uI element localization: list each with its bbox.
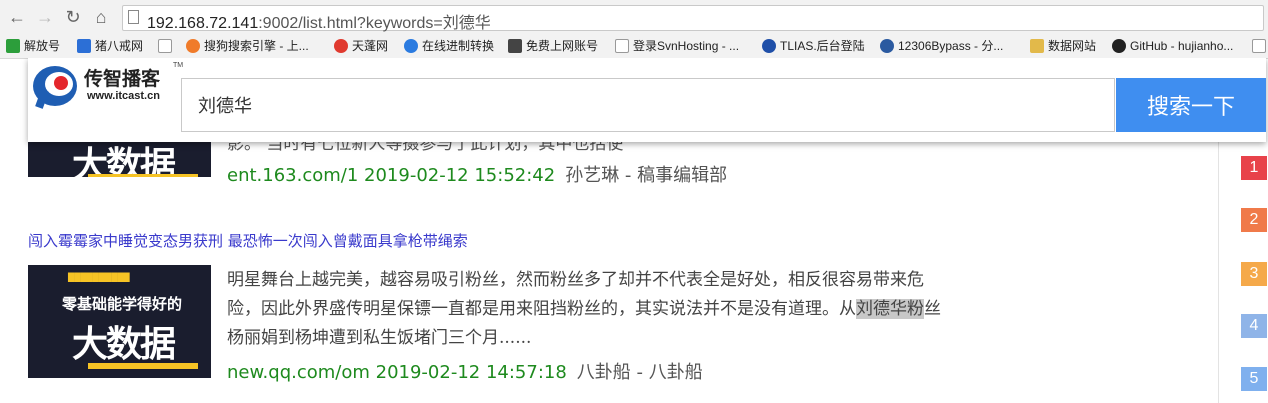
result-author: 孙艺琳 - 稿事编辑部	[565, 165, 728, 186]
result-thumbnail[interactable]: ██████████ 零基础能学得好的 大数据	[28, 265, 211, 378]
bookmark-icon	[77, 39, 91, 53]
result-title-link[interactable]: 闯入霉霉家中睡觉变态男获刑 最恐怖一次闯入曾戴面具拿枪带绳索	[28, 230, 468, 251]
bookmark-icon	[334, 39, 348, 53]
bookmark-item[interactable]: 搜狗搜索引擎 - 上...	[186, 37, 309, 55]
thumbnail-bar	[88, 363, 198, 369]
forward-icon[interactable]: →	[34, 6, 56, 28]
folder-icon	[1030, 39, 1044, 53]
bookmark-icon	[6, 39, 20, 53]
page-icon	[615, 39, 629, 53]
bookmarks-bar: 解放号 猪八戒网 搜狗搜索引擎 - 上... 天蓬网 在线进制转换 免费上网账号…	[0, 34, 1268, 59]
bookmark-item[interactable]: GitHub - hujianho...	[1112, 37, 1233, 55]
back-icon[interactable]: ←	[6, 6, 28, 28]
result-author: 八卦船 - 八卦船	[576, 362, 703, 383]
logo-tm: TM	[173, 62, 184, 69]
bookmark-item[interactable]: 免费上网账号	[508, 37, 598, 55]
rank-badge[interactable]: 5	[1241, 367, 1267, 391]
thumbnail-caption: ██████████	[68, 273, 130, 282]
page-icon	[158, 39, 172, 53]
thumbnail-text: 大数据	[72, 324, 176, 365]
result-source: ent.163.com/1 2019-02-12 15:52:42	[227, 165, 556, 186]
home-icon[interactable]: ⌂	[90, 6, 112, 28]
bookmark-icon	[508, 39, 522, 53]
site-header: 传智播客 TM www.itcast.cn 搜索一下	[28, 58, 1266, 142]
browser-toolbar: ← → ↻ ⌂ 192.168.72.141:9002/list.html?ke…	[0, 0, 1268, 34]
itcast-logo[interactable]: 传智播客 TM www.itcast.cn	[28, 60, 188, 112]
thumbnail-subtitle: 零基础能学得好的	[62, 295, 183, 313]
url-text: 192.168.72.141:9002/list.html?keywords=刘…	[147, 15, 491, 32]
bookmark-icon	[762, 39, 776, 53]
bookmark-item[interactable]: 天蓬网	[334, 37, 388, 55]
cloud-icon	[880, 39, 894, 53]
result-meta: ent.163.com/1 2019-02-12 15:52:42 孙艺琳 - 稿…	[227, 161, 727, 187]
bookmark-item[interactable]: 登录SvnHosting - ...	[615, 37, 739, 55]
thumbnail-bar	[88, 174, 198, 177]
logo-url: www.itcast.cn	[87, 90, 160, 102]
bookmark-item[interactable]: 解放号	[6, 37, 60, 55]
page-icon	[128, 10, 139, 24]
bookmark-item[interactable]: TLIAS.后台登陆	[762, 37, 865, 55]
address-bar[interactable]: 192.168.72.141:9002/list.html?keywords=刘…	[122, 5, 1264, 32]
sogou-icon	[186, 39, 200, 53]
result-source: new.qq.com/om 2019-02-12 14:57:18	[227, 362, 567, 383]
rank-badge[interactable]: 4	[1241, 314, 1267, 338]
bookmark-folder[interactable]: 数据网站	[1030, 37, 1096, 55]
result-meta: new.qq.com/om 2019-02-12 14:57:18 八卦船 - 八…	[227, 358, 703, 384]
rank-badge[interactable]: 1	[1241, 156, 1267, 180]
search-input[interactable]	[181, 78, 1115, 132]
bookmark-item[interactable]	[158, 37, 176, 55]
bookmark-item[interactable]: 在线进制转换	[404, 37, 494, 55]
bookmark-item[interactable]: 猪八戒网	[77, 37, 143, 55]
sidebar-divider	[1218, 116, 1219, 403]
github-icon	[1112, 39, 1126, 53]
rank-badge[interactable]: 3	[1241, 262, 1267, 286]
search-button[interactable]: 搜索一下	[1116, 78, 1266, 132]
logo-name: 传智播客	[84, 68, 161, 90]
rank-badge[interactable]: 2	[1241, 208, 1267, 232]
keyword-highlight: 刘德华粉	[856, 299, 924, 319]
page-content: 大数据 影。 当时有七位新人等摄参与了此计划，其中也括使 ent.163.com…	[0, 58, 1268, 403]
reload-icon[interactable]: ↻	[62, 6, 84, 28]
page-icon	[1252, 39, 1266, 53]
bookmarks-overflow-icon[interactable]	[1252, 37, 1268, 55]
result-snippet: 明星舞台上越完美，越容易吸引粉丝，然而粉丝多了却并不代表全是好处，相反很容易带来…	[227, 270, 941, 348]
bookmark-icon	[404, 39, 418, 53]
bookmark-item[interactable]: 12306Bypass - 分...	[880, 37, 1003, 55]
thumbnail-text: 大数据	[72, 145, 176, 177]
